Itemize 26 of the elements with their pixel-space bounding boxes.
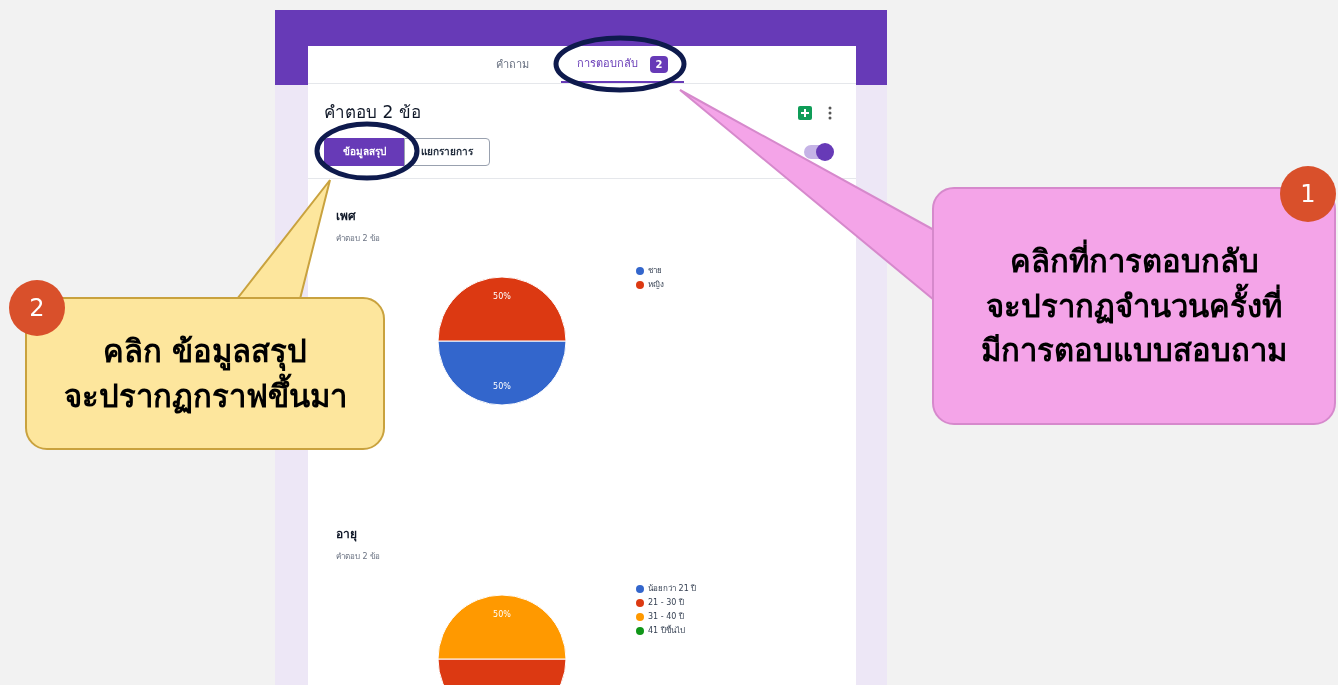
- legend-label: ชาย: [648, 264, 662, 277]
- more-icon[interactable]: [828, 105, 832, 120]
- step-number: 1: [1280, 166, 1336, 222]
- step-number: 2: [9, 280, 65, 336]
- view-tab[interactable]: ข้อมูลสรุป: [324, 137, 404, 166]
- view-tab[interactable]: แยกรายการ: [404, 137, 490, 166]
- response-count: คำตอบ 2 ข้อ: [336, 232, 382, 245]
- legend-label: 21 - 30 ปี: [648, 596, 684, 609]
- response-count: คำตอบ 2 ข้อ: [336, 550, 382, 563]
- callout-text: คลิกที่การตอบกลับ จะปรากฏจำนวนครั้งที่ มีการตอบแบบสอบถาม: [981, 238, 1287, 374]
- question-title: เพศ: [336, 207, 357, 225]
- count-badge: 2: [649, 56, 669, 73]
- data-label: 50%: [493, 291, 511, 301]
- tab[interactable]: การตอบกลับ 2: [560, 56, 685, 83]
- data-label: 50%: [493, 381, 511, 391]
- data-label: 50%: [493, 609, 511, 619]
- question-title: อายุ: [336, 525, 358, 543]
- legend-label: 41 ปีขึ้นไป: [648, 624, 685, 637]
- toggle-switch[interactable]: [804, 144, 832, 159]
- callout-text: คลิก ข้อมูลสรุป จะปรากฏกราฟขึ้นมา: [63, 331, 347, 416]
- tab[interactable]: คำถาม: [479, 56, 545, 83]
- legend-label: น้อยกว่า 21 ปี: [648, 582, 697, 595]
- responses-heading: คำตอบ 2 ข้อ: [324, 101, 421, 124]
- legend-label: หญิง: [648, 278, 664, 291]
- legend-label: 31 - 40 ปี: [648, 610, 684, 623]
- spreadsheet-icon[interactable]: [798, 105, 812, 120]
